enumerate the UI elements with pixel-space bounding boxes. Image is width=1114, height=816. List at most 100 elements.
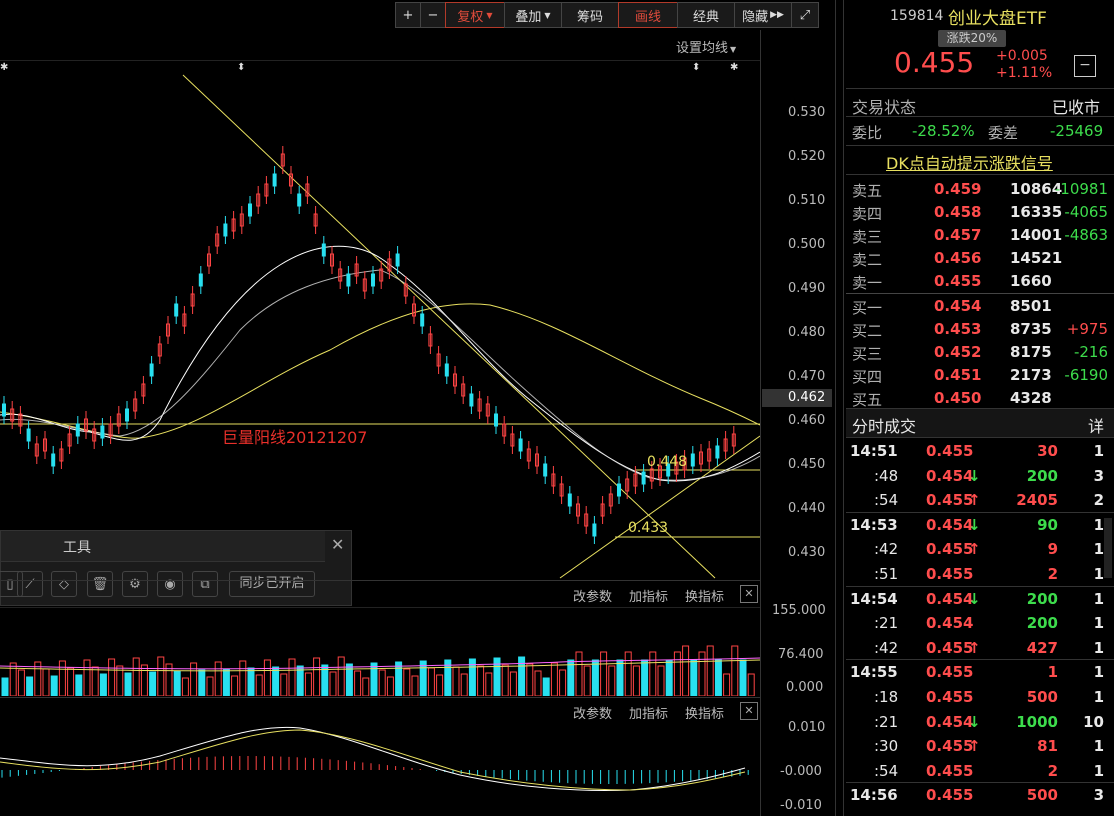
order-book-row: 卖五 0.459 10864 -10981 bbox=[846, 178, 1114, 201]
price-tick: 0.440 bbox=[788, 501, 826, 516]
stock-code: 159814 bbox=[890, 8, 944, 24]
trade-status-value: 已收市 bbox=[1052, 98, 1101, 117]
vol-tick: 76.400 bbox=[778, 647, 824, 662]
stock-name[interactable]: 创业大盘ETF bbox=[948, 4, 1047, 29]
order-book-row: 买四 0.451 2173 -6190 bbox=[846, 364, 1114, 387]
tick-price: 0.455 bbox=[926, 663, 974, 682]
order-level-label: 卖一 bbox=[852, 274, 883, 292]
tick-time: :42 bbox=[874, 638, 899, 657]
eye-icon[interactable]: ◉ bbox=[157, 571, 183, 597]
ruler-icon[interactable]: ⟋ bbox=[17, 571, 43, 597]
diejia-label: 叠加 bbox=[515, 9, 542, 25]
zoom-out-button[interactable]: − bbox=[420, 2, 446, 28]
divider bbox=[835, 0, 836, 816]
tick-count: 1 bbox=[1093, 589, 1104, 608]
order-book-row: 买五 0.450 4328 bbox=[846, 387, 1114, 410]
tick-row: :54 0.455 2 1 bbox=[846, 760, 1114, 783]
huaxian-button[interactable]: 画线 bbox=[618, 2, 678, 28]
tick-volume: 200 bbox=[1026, 466, 1058, 485]
vol-tick: 155.000 bbox=[772, 603, 826, 618]
dk-signal-link[interactable]: DK点自动提示涨跌信号 bbox=[886, 150, 1053, 174]
tick-price: 0.454 bbox=[926, 515, 974, 534]
tick-time: 14:53 bbox=[850, 515, 898, 534]
fuquan-button[interactable]: 复权 ▼ bbox=[445, 2, 505, 28]
order-price: 0.459 bbox=[934, 180, 982, 198]
close-icon[interactable]: ✕ bbox=[331, 535, 344, 554]
tick-row: :21 0.454 200 1 bbox=[846, 612, 1114, 635]
jingdian-button[interactable]: 经典 bbox=[677, 2, 735, 28]
arrow-down-icon: ↓ bbox=[968, 712, 981, 731]
tick-price: 0.454 bbox=[926, 614, 974, 633]
tick-volume: 9 bbox=[1047, 540, 1058, 559]
order-change: +975 bbox=[1066, 320, 1108, 338]
order-volume: 16335 bbox=[1010, 203, 1063, 221]
tick-volume: 427 bbox=[1026, 638, 1058, 657]
scrollbar[interactable] bbox=[1104, 518, 1112, 578]
order-price: 0.456 bbox=[934, 249, 982, 267]
kline-chart-area[interactable]: + − 复权 ▼ 叠加 ▼ 筹码 画线 经典 隐藏 ▶▶ ⤢ 设置均线 ▼ ✱ ⬍ ⬍ … bbox=[0, 0, 836, 816]
tick-volume: 200 bbox=[1026, 614, 1058, 633]
divider bbox=[846, 174, 1114, 175]
arrow-down-icon: ↓ bbox=[968, 515, 981, 534]
divider bbox=[0, 697, 760, 698]
gear-icon[interactable]: ⚙ bbox=[122, 571, 148, 597]
order-level-label: 卖三 bbox=[852, 228, 883, 246]
trade-status-label: 交易状态 bbox=[852, 98, 917, 117]
add-indicator-button[interactable]: 加指标 bbox=[629, 586, 668, 605]
tick-count: 1 bbox=[1093, 737, 1104, 756]
close-icon[interactable]: ✕ bbox=[740, 702, 758, 720]
order-volume: 1660 bbox=[1010, 272, 1052, 290]
order-volume: 14001 bbox=[1010, 226, 1063, 244]
ma-setting-link[interactable]: 设置均线 ▼ bbox=[676, 37, 736, 56]
tick-row: :48 0.454 ↓ 200 3 bbox=[846, 465, 1114, 488]
price-change-pct: +1.11% bbox=[996, 65, 1053, 81]
price-tick: 0.510 bbox=[788, 193, 826, 208]
tick-count: 1 bbox=[1093, 638, 1104, 657]
yincang-button[interactable]: 隐藏 ▶▶ bbox=[734, 2, 792, 28]
order-level-label: 买五 bbox=[852, 391, 883, 409]
chouma-button[interactable]: 筹码 bbox=[561, 2, 619, 28]
tick-row: 14:53 0.454 ↓ 90 1 bbox=[846, 514, 1114, 537]
change-params-button[interactable]: 改参数 bbox=[573, 586, 612, 605]
divider bbox=[846, 116, 1114, 117]
ticks-detail-button[interactable]: 详 bbox=[1088, 413, 1104, 437]
sync-button[interactable]: 同步已开启 bbox=[229, 571, 315, 597]
arrow-down-icon: ↓ bbox=[968, 466, 981, 485]
tick-row: :18 0.455 500 1 bbox=[846, 686, 1114, 709]
close-icon[interactable]: ✕ bbox=[740, 585, 758, 603]
export-icon[interactable]: ⧉ bbox=[192, 571, 218, 597]
tick-time: 14:55 bbox=[850, 663, 898, 682]
level-label-433: 0.433 bbox=[628, 520, 668, 536]
order-book-row: 买三 0.452 8175 -216 bbox=[846, 341, 1114, 364]
caret-down-icon: ▼ bbox=[730, 45, 737, 54]
price-change: +0.005 bbox=[996, 48, 1048, 64]
zoom-in-button[interactable]: + bbox=[395, 2, 421, 28]
chart-toolbar: + − 复权 ▼ 叠加 ▼ 筹码 画线 经典 隐藏 ▶▶ ⤢ bbox=[395, 0, 819, 30]
order-change: -4065 bbox=[1064, 203, 1108, 221]
order-volume: 2173 bbox=[1010, 366, 1052, 384]
fullscreen-button[interactable]: ⤢ bbox=[791, 2, 819, 28]
order-book-row: 买一 0.454 8501 bbox=[846, 295, 1114, 318]
price-tick: 0.520 bbox=[788, 149, 826, 164]
divider bbox=[846, 511, 1114, 513]
order-book-row: 卖一 0.455 1660 bbox=[846, 270, 1114, 293]
tick-price: 0.455 bbox=[926, 638, 974, 657]
collapse-button[interactable]: − bbox=[1074, 55, 1096, 77]
trash-icon[interactable]: 🗑 bbox=[87, 571, 113, 597]
tick-time: :54 bbox=[874, 761, 899, 780]
tick-volume: 2405 bbox=[1016, 491, 1058, 510]
tick-time: :42 bbox=[874, 540, 899, 559]
weicha-label: 委差 bbox=[988, 124, 1019, 142]
switch-indicator-button[interactable]: 换指标 bbox=[685, 586, 724, 605]
tick-row: :30 0.455 ↑ 81 1 bbox=[846, 735, 1114, 758]
order-level-label: 卖五 bbox=[852, 182, 883, 200]
diejia-button[interactable]: 叠加 ▼ bbox=[504, 2, 562, 28]
eraser-icon[interactable]: ◇ bbox=[51, 571, 77, 597]
price-tick: 0.500 bbox=[788, 237, 826, 252]
macd-tick: 0.010 bbox=[788, 720, 826, 735]
yincang-label: 隐藏 bbox=[742, 9, 769, 25]
order-change: -4863 bbox=[1064, 226, 1108, 244]
order-change: -6190 bbox=[1064, 366, 1108, 384]
divider bbox=[846, 293, 1114, 294]
caret-down-icon: ▼ bbox=[486, 10, 493, 20]
